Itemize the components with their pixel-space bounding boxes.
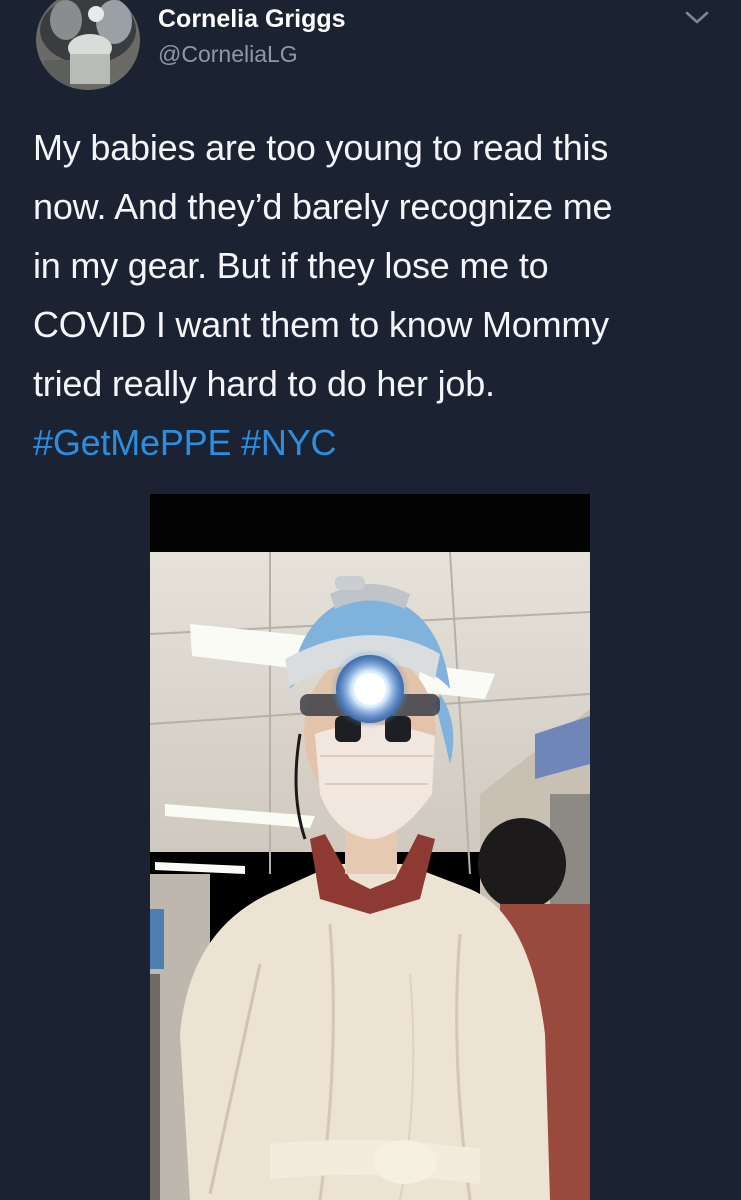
tweet-text-line: COVID I want them to know Mommy <box>33 304 609 345</box>
tweet-text-line: in my gear. But if they lose me to <box>33 245 549 286</box>
avatar-photo <box>36 0 140 90</box>
tweet-text: My babies are too young to read this now… <box>33 118 723 472</box>
chevron-down-icon[interactable] <box>680 6 714 30</box>
hashtag-link[interactable]: #GetMePPE <box>33 422 231 463</box>
author-handle[interactable]: @CorneliaLG <box>158 40 346 68</box>
author-block: Cornelia Griggs @CorneliaLG <box>158 4 346 68</box>
photo-illustration <box>150 494 590 1200</box>
author-avatar[interactable] <box>36 0 140 90</box>
author-name[interactable]: Cornelia Griggs <box>158 4 346 34</box>
tweet: Cornelia Griggs @CorneliaLG My babies ar… <box>0 0 741 1200</box>
tweet-text-line: now. And they’d barely recognize me <box>33 186 613 227</box>
hashtags: #GetMePPE #NYC <box>33 413 723 472</box>
tweet-text-line: tried really hard to do her job. <box>33 363 495 404</box>
tweet-text-line: My babies are too young to read this <box>33 127 609 168</box>
tweet-media-photo[interactable] <box>150 494 590 1200</box>
hashtag-link[interactable]: #NYC <box>241 422 336 463</box>
